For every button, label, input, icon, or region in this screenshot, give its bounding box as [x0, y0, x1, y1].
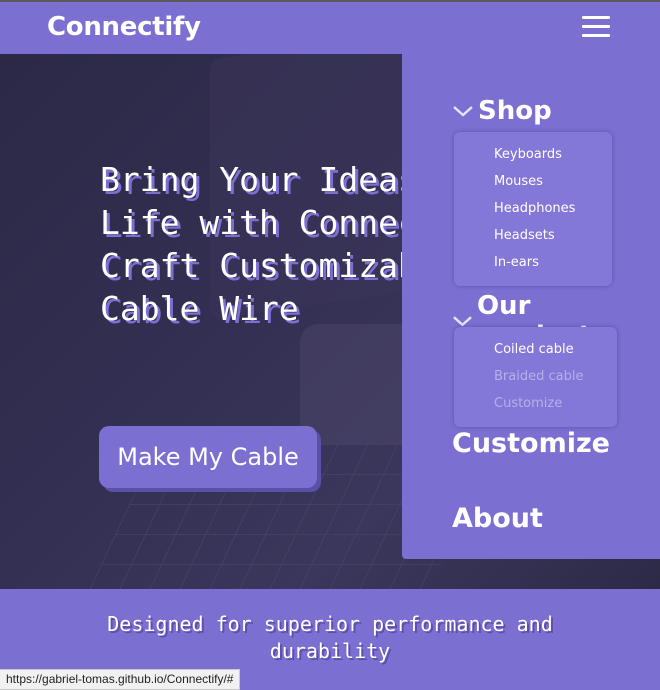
menu-about-link[interactable]: About: [452, 503, 543, 534]
submenu-item-braided-cable[interactable]: Braided cable: [494, 369, 583, 384]
menu-shop-toggle[interactable]: Shop: [452, 96, 552, 126]
submenu-item-headphones[interactable]: Headphones: [494, 201, 575, 216]
submenu-item-keyboards[interactable]: Keyboards: [494, 147, 562, 162]
make-my-cable-button[interactable]: Make My Cable: [99, 426, 317, 488]
tagline-text: Designed for superior performance and du…: [107, 612, 553, 663]
brand-logo[interactable]: Connectify: [47, 12, 201, 42]
menu-about-label: About: [452, 503, 543, 534]
submenu-item-in-ears[interactable]: In-ears: [494, 255, 539, 270]
submenu-item-headsets[interactable]: Headsets: [494, 228, 555, 243]
chevron-down-icon: [453, 316, 472, 327]
hamburger-menu-icon[interactable]: [582, 16, 612, 40]
menu-customize-link[interactable]: Customize: [452, 428, 610, 459]
menu-customize-label: Customize: [452, 428, 610, 459]
chevron-down-icon: [453, 106, 473, 117]
top-navbar: Connectify: [0, 0, 660, 54]
menu-shop-label: Shop: [478, 96, 552, 126]
submenu-item-customize[interactable]: Customize: [494, 396, 562, 411]
submenu-item-mouses[interactable]: Mouses: [494, 174, 543, 189]
nav-menu-panel: Shop Keyboards Mouses Headphones Headset…: [402, 54, 660, 559]
submenu-item-coiled-cable[interactable]: Coiled cable: [494, 342, 574, 357]
products-submenu: Coiled cable Braided cable Customize: [454, 327, 617, 427]
shop-submenu: Keyboards Mouses Headphones Headsets In-…: [454, 132, 612, 286]
status-bar-url: https://gabriel-tomas.github.io/Connecti…: [0, 669, 241, 690]
